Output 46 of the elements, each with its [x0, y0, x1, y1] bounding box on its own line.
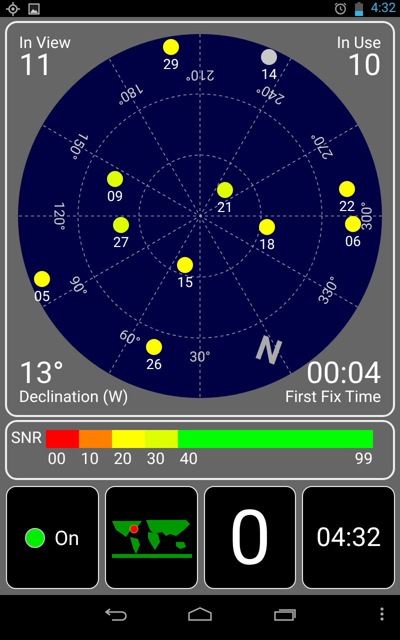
- in-view-count: 11: [19, 51, 53, 81]
- map-tile[interactable]: [104, 486, 198, 589]
- recent-apps-icon[interactable]: [274, 607, 298, 621]
- satellite-id: 22: [339, 199, 355, 215]
- snr-label: SNR: [11, 430, 42, 449]
- declination-label: Declination (W): [19, 389, 128, 405]
- gps-status-tile[interactable]: On: [6, 486, 99, 589]
- back-icon[interactable]: [104, 607, 128, 621]
- first-fix-time: 00:04: [306, 359, 381, 389]
- fix-count-tile[interactable]: 0: [204, 486, 296, 589]
- in-use-count: 10: [347, 51, 381, 81]
- satellite-id: 26: [146, 357, 162, 373]
- clock-tile[interactable]: 04:32: [302, 486, 395, 589]
- satellite-id: 15: [177, 275, 193, 291]
- clock-text: 4:32: [370, 1, 396, 16]
- first-fix-label: First Fix Time: [285, 389, 381, 405]
- snr-scale-label: 40: [180, 451, 198, 467]
- satellite-id: 09: [107, 189, 123, 205]
- bearing-label: 30°: [190, 350, 210, 366]
- bearing-label: 210°: [186, 66, 214, 82]
- in-use-label: In Use: [336, 35, 381, 51]
- satellite-id: 18: [259, 237, 275, 253]
- satellite-id: 29: [163, 57, 179, 73]
- snr-scale-label: 20: [114, 451, 132, 467]
- bearing-label: 60°: [116, 326, 142, 351]
- home-icon[interactable]: [188, 607, 212, 621]
- snr-scale-label: 00: [48, 451, 66, 467]
- satellite-id: 21: [217, 200, 233, 216]
- bearing-label: 90°: [65, 274, 90, 300]
- alarm-icon: [334, 2, 347, 15]
- menu-icon[interactable]: [380, 607, 384, 621]
- snr-scale-label: 10: [80, 451, 99, 467]
- north-label: N: [251, 326, 288, 372]
- satellite-id: 06: [345, 234, 361, 250]
- snr-scale-label: 99: [354, 451, 373, 467]
- bearing-label: 300°: [360, 202, 376, 230]
- satellite-id: 05: [34, 289, 50, 305]
- battery-icon: [354, 2, 363, 16]
- bearing-label: 180°: [112, 79, 146, 108]
- declination-value: 13°: [19, 359, 64, 389]
- image-icon: [28, 2, 40, 14]
- gps-icon: [6, 2, 20, 16]
- bearing-label: 120°: [50, 202, 66, 230]
- in-view-label: In View: [19, 35, 71, 51]
- snr-scale-label: 30: [146, 451, 165, 467]
- satellite-id: 27: [113, 235, 129, 251]
